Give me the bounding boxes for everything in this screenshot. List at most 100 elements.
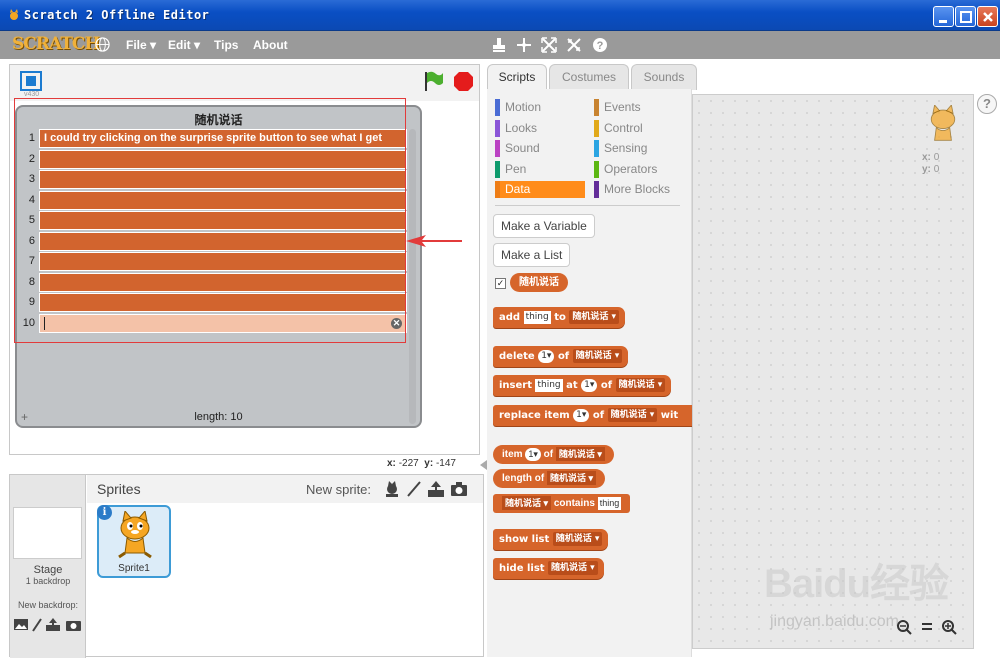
index-input[interactable]: 1▾ bbox=[525, 447, 541, 461]
list-cell[interactable] bbox=[39, 272, 407, 292]
list-dropdown[interactable]: 随机说话 ▾ bbox=[607, 408, 658, 422]
green-flag-icon[interactable] bbox=[422, 70, 444, 92]
close-button[interactable] bbox=[977, 6, 998, 27]
category-operators[interactable]: Operators bbox=[594, 161, 684, 178]
list-dropdown[interactable]: 随机说话 ▾ bbox=[555, 447, 605, 462]
list-row[interactable]: 2 bbox=[17, 149, 409, 169]
duplicate-stamp-icon[interactable] bbox=[491, 37, 507, 53]
list-cell[interactable] bbox=[39, 252, 407, 271]
sprite-thumbnail-sprite1[interactable]: i Sprite1 bbox=[97, 505, 171, 578]
category-label: Sound bbox=[505, 141, 540, 155]
list-cell[interactable] bbox=[39, 149, 407, 169]
category-motion[interactable]: Motion bbox=[495, 99, 585, 116]
list-dropdown[interactable]: 随机说话 ▾ bbox=[502, 496, 552, 511]
backdrop-count: 1 backdrop bbox=[25, 576, 71, 586]
list-dropdown[interactable]: 随机说话 ▾ bbox=[572, 349, 623, 363]
length-of-list-reporter[interactable]: length of 随机说话 ▾ bbox=[493, 469, 606, 488]
grow-icon[interactable] bbox=[541, 37, 557, 53]
category-sound[interactable]: Sound bbox=[495, 140, 585, 157]
tab-costumes[interactable]: Costumes bbox=[549, 64, 629, 90]
list-row[interactable]: 5 bbox=[17, 211, 409, 230]
list-cell[interactable] bbox=[39, 231, 407, 251]
list-dropdown[interactable]: 随机说话 ▾ bbox=[548, 561, 598, 575]
mouse-y: -147 bbox=[435, 458, 456, 469]
sprite-info-icon[interactable]: i bbox=[97, 505, 112, 520]
list-row[interactable]: 1 I could try clicking on the surprise sp… bbox=[17, 129, 409, 148]
thing-input[interactable]: thing bbox=[523, 310, 551, 324]
make-list-button[interactable]: Make a List bbox=[493, 243, 571, 267]
category-more-blocks[interactable]: More Blocks bbox=[594, 181, 684, 198]
list-reporter-block[interactable]: 随机说话 bbox=[510, 273, 568, 292]
list-cell[interactable]: I could try clicking on the surprise spr… bbox=[39, 129, 407, 148]
index-input[interactable]: 1▾ bbox=[538, 349, 555, 363]
list-dropdown[interactable]: 随机说话 ▾ bbox=[569, 310, 619, 324]
cat-app-icon bbox=[10, 9, 18, 20]
index-input[interactable]: 1▾ bbox=[573, 408, 590, 422]
thing-input[interactable]: thing bbox=[535, 378, 563, 392]
list-scrollbar[interactable] bbox=[409, 129, 416, 424]
list-row[interactable]: 6 bbox=[17, 231, 409, 251]
category-control[interactable]: Control bbox=[594, 120, 684, 137]
list-cell[interactable] bbox=[39, 170, 407, 189]
camera-sprite-icon[interactable] bbox=[450, 480, 468, 498]
category-events[interactable]: Events bbox=[594, 99, 684, 116]
stop-sign-icon[interactable] bbox=[453, 71, 474, 92]
category-pen[interactable]: Pen bbox=[495, 161, 585, 178]
minimize-button[interactable] bbox=[933, 6, 954, 27]
tab-scripts[interactable]: Scripts bbox=[487, 64, 547, 90]
file-menu[interactable]: File ▾ bbox=[126, 38, 156, 52]
list-visibility-checkbox[interactable]: ✓ bbox=[495, 278, 506, 289]
language-globe-icon[interactable] bbox=[95, 37, 110, 52]
index-input[interactable]: 1▾ bbox=[581, 378, 598, 392]
choose-sprite-library-icon[interactable] bbox=[383, 480, 401, 498]
new-backdrop-icons bbox=[14, 618, 81, 632]
add-to-list-block[interactable]: add thing to 随机说话 ▾ bbox=[493, 307, 625, 328]
tips-menu[interactable]: Tips bbox=[214, 38, 238, 52]
paint-sprite-brush-icon[interactable] bbox=[405, 480, 423, 498]
hide-list-block[interactable]: hide list 随机说话 ▾ bbox=[493, 558, 604, 579]
thing-input[interactable]: thing bbox=[597, 496, 622, 510]
category-sensing[interactable]: Sensing bbox=[594, 140, 684, 157]
item-of-list-reporter[interactable]: item 1▾ of 随机说话 ▾ bbox=[493, 445, 614, 464]
shrink-icon[interactable] bbox=[566, 37, 582, 53]
list-cell[interactable] bbox=[39, 211, 407, 230]
list-row[interactable]: 9 bbox=[17, 293, 409, 312]
sprite-name: Sprite1 bbox=[118, 563, 150, 574]
list-cell-editing[interactable]: ✕ bbox=[39, 313, 407, 333]
list-dropdown[interactable]: 随机说话 ▾ bbox=[552, 532, 603, 546]
list-row[interactable]: 3 bbox=[17, 170, 409, 189]
watermark-url: jingyan.baidu.com bbox=[770, 613, 899, 630]
list-cell[interactable] bbox=[39, 293, 407, 312]
insert-at-list-block[interactable]: insert thing at 1▾ of 随机说话 ▾ bbox=[493, 375, 672, 396]
presentation-mode-icon[interactable] bbox=[20, 71, 42, 91]
replace-item-block[interactable]: replace item 1▾ of 随机说话 ▾ wit bbox=[493, 405, 692, 426]
list-dropdown[interactable]: 随机说话 ▾ bbox=[547, 471, 597, 486]
list-row[interactable]: 7 bbox=[17, 252, 409, 271]
list-row[interactable]: 8 bbox=[17, 272, 409, 292]
current-sprite-cat-icon bbox=[930, 105, 956, 141]
category-color-bar bbox=[495, 140, 500, 157]
zoom-in-icon bbox=[942, 620, 957, 635]
help-question-icon[interactable]: ? bbox=[592, 37, 608, 53]
edit-menu[interactable]: Edit ▾ bbox=[168, 38, 200, 52]
list-cell[interactable] bbox=[39, 190, 407, 210]
scripts-help-button[interactable]: ? bbox=[977, 94, 997, 114]
category-label: Sensing bbox=[604, 141, 648, 155]
about-menu[interactable]: About bbox=[253, 38, 288, 52]
upload-sprite-icon[interactable] bbox=[427, 480, 445, 498]
maximize-button[interactable] bbox=[955, 6, 976, 27]
list-dropdown[interactable]: 随机说话 ▾ bbox=[615, 378, 666, 392]
stage-thumbnail[interactable] bbox=[13, 507, 82, 559]
list-contains-boolean[interactable]: 随机说话 ▾ contains thing bbox=[493, 494, 631, 513]
delete-scissors-icon[interactable] bbox=[516, 37, 532, 53]
category-data[interactable]: Data bbox=[495, 181, 585, 198]
list-row[interactable]: 4 bbox=[17, 190, 409, 210]
make-variable-button[interactable]: Make a Variable bbox=[493, 214, 595, 238]
show-list-block[interactable]: show list 随机说话 ▾ bbox=[493, 529, 609, 550]
category-looks[interactable]: Looks bbox=[495, 120, 585, 137]
delete-item-icon[interactable]: ✕ bbox=[391, 317, 402, 329]
list-index: 6 bbox=[28, 234, 35, 247]
delete-of-list-block[interactable]: delete 1▾ of 随机说话 ▾ bbox=[493, 346, 629, 367]
tab-sounds[interactable]: Sounds bbox=[631, 64, 697, 90]
list-row[interactable]: 10 ✕ bbox=[17, 313, 409, 333]
